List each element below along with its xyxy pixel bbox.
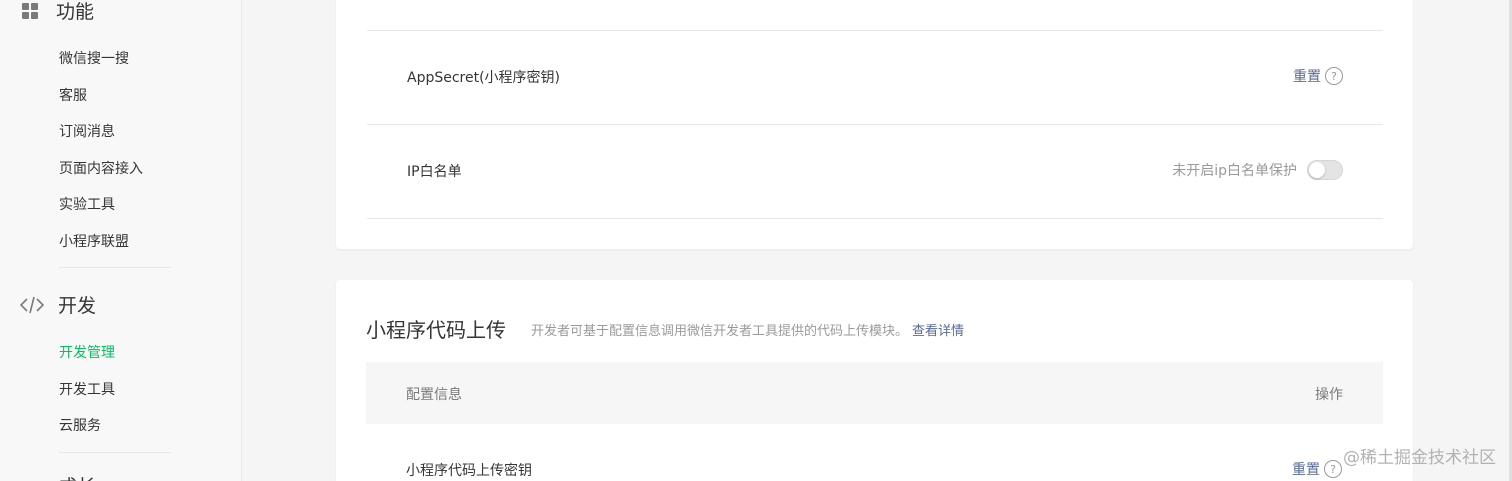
grid-icon — [22, 2, 38, 19]
appsecret-actions: 重置 ? — [1293, 66, 1343, 86]
view-details-link[interactable]: 查看详情 — [912, 324, 964, 339]
toggle-knob — [1309, 162, 1325, 178]
sidebar-item-union[interactable]: 小程序联盟 — [59, 232, 129, 252]
table-header-config: 配置信息 — [406, 387, 462, 403]
sidebar-item-experiment-tools[interactable]: 实验工具 — [59, 195, 115, 215]
upload-card-title: 小程序代码上传 — [366, 318, 506, 342]
table-header-action: 操作 — [1315, 387, 1343, 403]
sidebar-item-dev-tools[interactable]: 开发工具 — [59, 380, 115, 400]
sidebar-item-cloud-service[interactable]: 云服务 — [59, 416, 101, 436]
help-icon[interactable]: ? — [1324, 460, 1342, 478]
appsecret-row: AppSecret(小程序密钥) 重置 ? — [367, 31, 1383, 125]
growth-icon — [20, 476, 44, 481]
sidebar-item-subscribe-message[interactable]: 订阅消息 — [59, 122, 115, 142]
sidebar-divider — [59, 452, 171, 453]
sidebar-divider — [59, 267, 171, 268]
ip-whitelist-label: IP白名单 — [407, 164, 462, 180]
ip-whitelist-status: 未开启ip白名单保护 — [1172, 163, 1297, 179]
section-dev-title: 开发 — [58, 295, 97, 317]
appsecret-label: AppSecret(小程序密钥) — [407, 70, 561, 86]
sidebar-item-page-content[interactable]: 页面内容接入 — [59, 159, 143, 179]
section-growth[interactable]: 成长 — [20, 472, 96, 481]
upload-key-label: 小程序代码上传密钥 — [406, 463, 532, 479]
section-dev[interactable]: 开发 — [20, 291, 96, 318]
settings-card: AppSecret(小程序密钥) 重置 ? IP白名单 未开启ip白名单保护 — [336, 0, 1413, 249]
appsecret-reset-link[interactable]: 重置 — [1293, 66, 1321, 86]
ip-whitelist-toggle[interactable] — [1307, 160, 1343, 180]
section-function[interactable]: 功能 — [20, 0, 94, 24]
settings-row-prev — [367, 0, 1383, 31]
section-growth-title: 成长 — [58, 472, 96, 481]
help-icon[interactable]: ? — [1325, 67, 1343, 85]
upload-key-row: 小程序代码上传密钥 重置 ? — [366, 424, 1382, 481]
sidebar: 功能 微信搜一搜 客服 订阅消息 页面内容接入 实验工具 小程序联盟 开发 开发… — [0, 0, 242, 481]
ip-whitelist-actions: 未开启ip白名单保护 — [1172, 160, 1343, 180]
upload-card: 小程序代码上传 开发者可基于配置信息调用微信开发者工具提供的代码上传模块。 查看详… — [336, 280, 1413, 481]
upload-key-actions: 重置 ? — [1292, 459, 1342, 479]
upload-description-text: 开发者可基于配置信息调用微信开发者工具提供的代码上传模块。 — [531, 324, 909, 339]
upload-key-reset-link[interactable]: 重置 — [1292, 459, 1320, 479]
sidebar-item-wechat-search[interactable]: 微信搜一搜 — [59, 49, 129, 69]
section-function-title: 功能 — [56, 1, 95, 23]
config-table-header: 配置信息 操作 — [366, 362, 1383, 424]
sidebar-item-dev-management[interactable]: 开发管理 — [59, 343, 115, 363]
upload-card-description: 开发者可基于配置信息调用微信开发者工具提供的代码上传模块。 查看详情 — [531, 320, 964, 339]
watermark: @稀土掘金技术社区 — [1343, 448, 1496, 468]
sidebar-item-customer-service[interactable]: 客服 — [59, 86, 87, 106]
ip-whitelist-row: IP白名单 未开启ip白名单保护 — [367, 125, 1383, 219]
code-icon — [20, 296, 44, 313]
